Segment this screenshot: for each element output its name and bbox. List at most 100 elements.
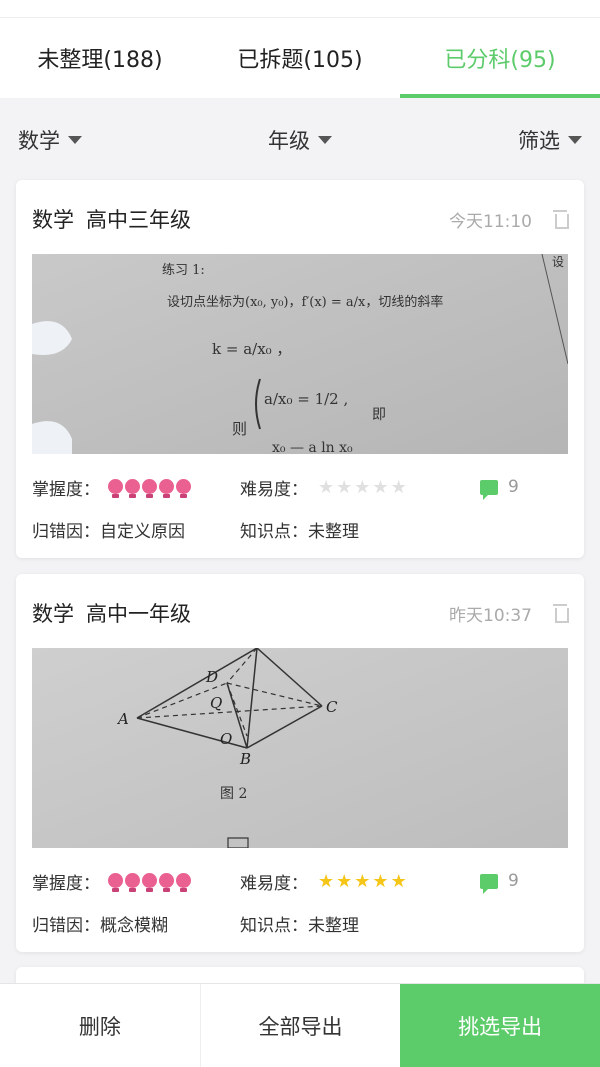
card-subject: 数学 (32, 208, 74, 232)
mastery-rating (108, 478, 193, 498)
bulb-icon (176, 478, 191, 498)
mastery-field: 掌握度： (32, 475, 240, 500)
tab-split[interactable]: 已拆题(105) (200, 18, 400, 98)
card-stats-row: 掌握度： 难易度： ★ ★ ★ ★ ★ 9 (32, 868, 568, 894)
difficulty-label: 难易度： (240, 873, 308, 894)
question-photo-image: 练习 1: 设切点坐标为(x₀, y₀)，f′(x) = a/x，切线的斜率 k… (32, 254, 568, 454)
tab-bar: 未整理(188) 已拆题(105) 已分科(95) (0, 18, 600, 98)
comments-field[interactable]: 9 (480, 871, 568, 894)
chevron-down-icon (318, 136, 332, 144)
card-stats-row: 掌握度： 难易度： ★ ★ ★ ★ ★ 9 (32, 474, 568, 500)
filter-dropdown-label: 筛选 (518, 129, 560, 153)
bulb-icon (142, 872, 157, 892)
grade-dropdown-label: 年级 (268, 129, 310, 153)
star-icon: ★ (390, 870, 407, 892)
mastery-label: 掌握度： (32, 873, 100, 894)
tab-unsorted[interactable]: 未整理(188) (0, 18, 200, 98)
photo-label: D (205, 668, 218, 686)
photo-text-line: 练习 1: (162, 263, 205, 278)
photo-text-line: x₀ — a ln x₀ (272, 440, 353, 454)
filter-dropdown[interactable]: 筛选 (518, 125, 582, 155)
difficulty-field: 难易度： ★ ★ ★ ★ ★ (240, 475, 480, 500)
photo-label: O (220, 730, 232, 748)
error-cause-field: 归错因： 概念模糊 (32, 911, 240, 936)
subject-dropdown[interactable]: 数学 (18, 125, 82, 155)
star-icon: ★ (354, 476, 371, 498)
star-icon: ★ (318, 870, 335, 892)
trash-icon[interactable] (552, 604, 569, 623)
card-header: 数学 高中三年级 今天11:10 (32, 204, 569, 234)
bulb-icon (108, 478, 123, 498)
card-grade: 高中一年级 (86, 602, 191, 626)
bulb-icon (125, 872, 140, 892)
question-photo[interactable]: 练习 1: 设切点坐标为(x₀, y₀)，f′(x) = a/x，切线的斜率 k… (32, 254, 568, 454)
bulb-icon (159, 872, 174, 892)
card-grade: 高中三年级 (86, 208, 191, 232)
knowledge-label: 知识点： (240, 521, 308, 542)
star-icon: ★ (354, 870, 371, 892)
comment-icon (480, 479, 498, 500)
photo-text-line: 即 (372, 407, 386, 423)
card-time: 今天11:10 (449, 211, 532, 232)
question-card[interactable]: 数学 高中三年级 今天11:10 练习 1: 设切点坐标为(x₀, y₀)，f′(… (16, 180, 584, 558)
photo-text-line: k = a/x₀ ， (212, 340, 291, 358)
difficulty-label: 难易度： (240, 479, 308, 500)
grade-dropdown[interactable]: 年级 (268, 125, 332, 155)
chevron-down-icon (568, 136, 582, 144)
star-icon: ★ (390, 476, 407, 498)
trash-icon[interactable] (552, 210, 569, 229)
photo-label: C (326, 698, 338, 716)
card-meta-row: 归错因： 自定义原因 知识点： 未整理 (32, 516, 568, 542)
export-all-button[interactable]: 全部导出 (199, 984, 401, 1067)
question-photo-image: A B C D Q O 图 2 (32, 648, 568, 848)
chevron-down-icon (68, 136, 82, 144)
mastery-label: 掌握度： (32, 479, 100, 500)
error-cause-field: 归错因： 自定义原因 (32, 517, 240, 542)
comments-field[interactable]: 9 (480, 477, 568, 500)
star-icon: ★ (372, 476, 389, 498)
tab-categorized[interactable]: 已分科(95) (400, 18, 600, 98)
error-cause-value: 自定义原因 (100, 521, 185, 542)
star-icon: ★ (318, 476, 335, 498)
difficulty-rating: ★ ★ ★ ★ ★ (318, 871, 409, 892)
error-cause-label: 归错因： (32, 915, 100, 936)
error-cause-label: 归错因： (32, 521, 100, 542)
difficulty-field: 难易度： ★ ★ ★ ★ ★ (240, 869, 480, 894)
star-icon: ★ (336, 476, 353, 498)
knowledge-field: 知识点： 未整理 (240, 517, 480, 542)
photo-text-line: 设切点坐标为(x₀, y₀)，f′(x) = a/x，切线的斜率 (167, 294, 443, 310)
difficulty-rating: ★ ★ ★ ★ ★ (318, 477, 409, 498)
comment-count: 9 (508, 871, 519, 891)
bulb-icon (142, 478, 157, 498)
card-time: 昨天10:37 (449, 605, 532, 626)
bottom-action-bar: 删除 全部导出 挑选导出 (0, 983, 600, 1067)
photo-text-line: 设 (552, 255, 564, 269)
photo-label: Q (210, 694, 222, 712)
comment-count: 9 (508, 477, 519, 497)
question-photo[interactable]: A B C D Q O 图 2 (32, 648, 568, 848)
card-meta-row: 归错因： 概念模糊 知识点： 未整理 (32, 910, 568, 936)
photo-caption: 图 2 (220, 786, 247, 802)
star-icon: ★ (336, 870, 353, 892)
subject-dropdown-label: 数学 (18, 129, 60, 153)
photo-label: A (116, 710, 129, 728)
knowledge-value: 未整理 (308, 915, 359, 936)
filter-bar: 数学 年级 筛选 (0, 110, 600, 170)
photo-text-line: 则 (232, 420, 247, 438)
knowledge-field: 知识点： 未整理 (240, 911, 480, 936)
delete-button[interactable]: 删除 (0, 984, 200, 1067)
mastery-rating (108, 872, 193, 892)
card-title: 数学 高中三年级 (32, 204, 449, 234)
bulb-icon (108, 872, 123, 892)
question-card[interactable]: 数学 高中一年级 昨天10:37 A B C D Q O 图 2 掌握度： 难易… (16, 574, 584, 952)
card-header: 数学 高中一年级 昨天10:37 (32, 598, 569, 628)
card-title: 数学 高中一年级 (32, 598, 449, 628)
comment-icon (480, 873, 498, 894)
knowledge-label: 知识点： (240, 915, 308, 936)
star-icon: ★ (372, 870, 389, 892)
knowledge-value: 未整理 (308, 521, 359, 542)
export-selected-button[interactable]: 挑选导出 (400, 984, 600, 1067)
bulb-icon (176, 872, 191, 892)
status-bar (0, 0, 600, 18)
card-subject: 数学 (32, 602, 74, 626)
